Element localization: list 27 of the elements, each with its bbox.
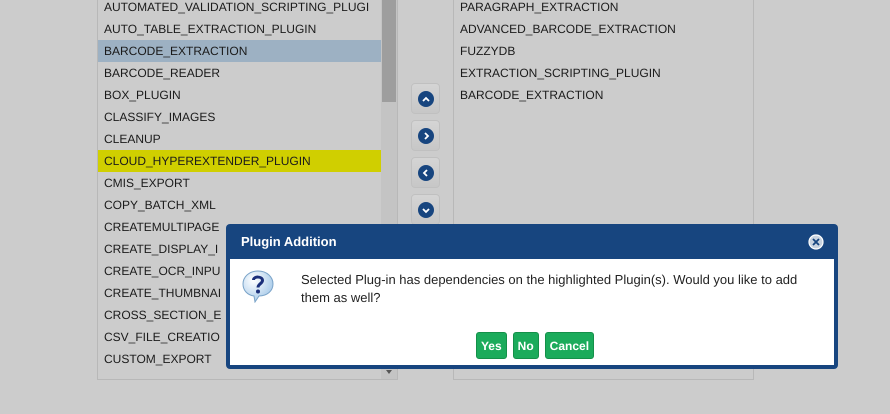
plugin-list-item[interactable]: BARCODE_READER: [98, 62, 381, 84]
plugin-list-item[interactable]: AUTO_TABLE_EXTRACTION_PLUGIN: [98, 18, 381, 40]
chevron-up-icon: [418, 90, 434, 106]
move-left-button[interactable]: [411, 157, 440, 188]
plugin-list-item[interactable]: COPY_BATCH_XML: [98, 194, 381, 216]
plugin-list-item[interactable]: CMIS_EXPORT: [98, 172, 381, 194]
plugin-list-item[interactable]: CLASSIFY_IMAGES: [98, 106, 381, 128]
plugin-list-item[interactable]: AUTOMATED_VALIDATION_SCRIPTING_PLUGI: [98, 0, 381, 18]
move-right-button[interactable]: [411, 120, 440, 151]
plugin-list-item[interactable]: BOX_PLUGIN: [98, 84, 381, 106]
chevron-right-icon: [418, 128, 434, 144]
move-up-button[interactable]: [411, 83, 440, 114]
close-icon[interactable]: [808, 234, 824, 250]
plugin-list-item[interactable]: BARCODE_EXTRACTION: [454, 84, 753, 106]
plugin-list-item[interactable]: CLEANUP: [98, 128, 381, 150]
chevron-left-icon: [418, 164, 434, 180]
plugin-list-item[interactable]: EXTRACTION_SCRIPTING_PLUGIN: [454, 62, 753, 84]
dialog-title: Plugin Addition: [241, 234, 337, 249]
plugin-list-item[interactable]: ADVANCED_BARCODE_EXTRACTION: [454, 18, 753, 40]
chevron-down-icon: [418, 202, 434, 218]
dialog-message: Selected Plug-in has dependencies on the highlighted Plugin(s). Would you like to add them as well?: [301, 271, 798, 307]
plugin-list-item[interactable]: FUZZYDB: [454, 40, 753, 62]
move-down-button[interactable]: [411, 194, 440, 225]
plugin-list-item[interactable]: CLOUD_HYPEREXTENDER_PLUGIN: [98, 150, 381, 172]
plugin-list-item[interactable]: PARAGRAPH_EXTRACTION: [454, 0, 753, 18]
plugin-list-item[interactable]: BARCODE_EXTRACTION: [98, 40, 381, 62]
question-bubble-icon: [241, 269, 275, 303]
